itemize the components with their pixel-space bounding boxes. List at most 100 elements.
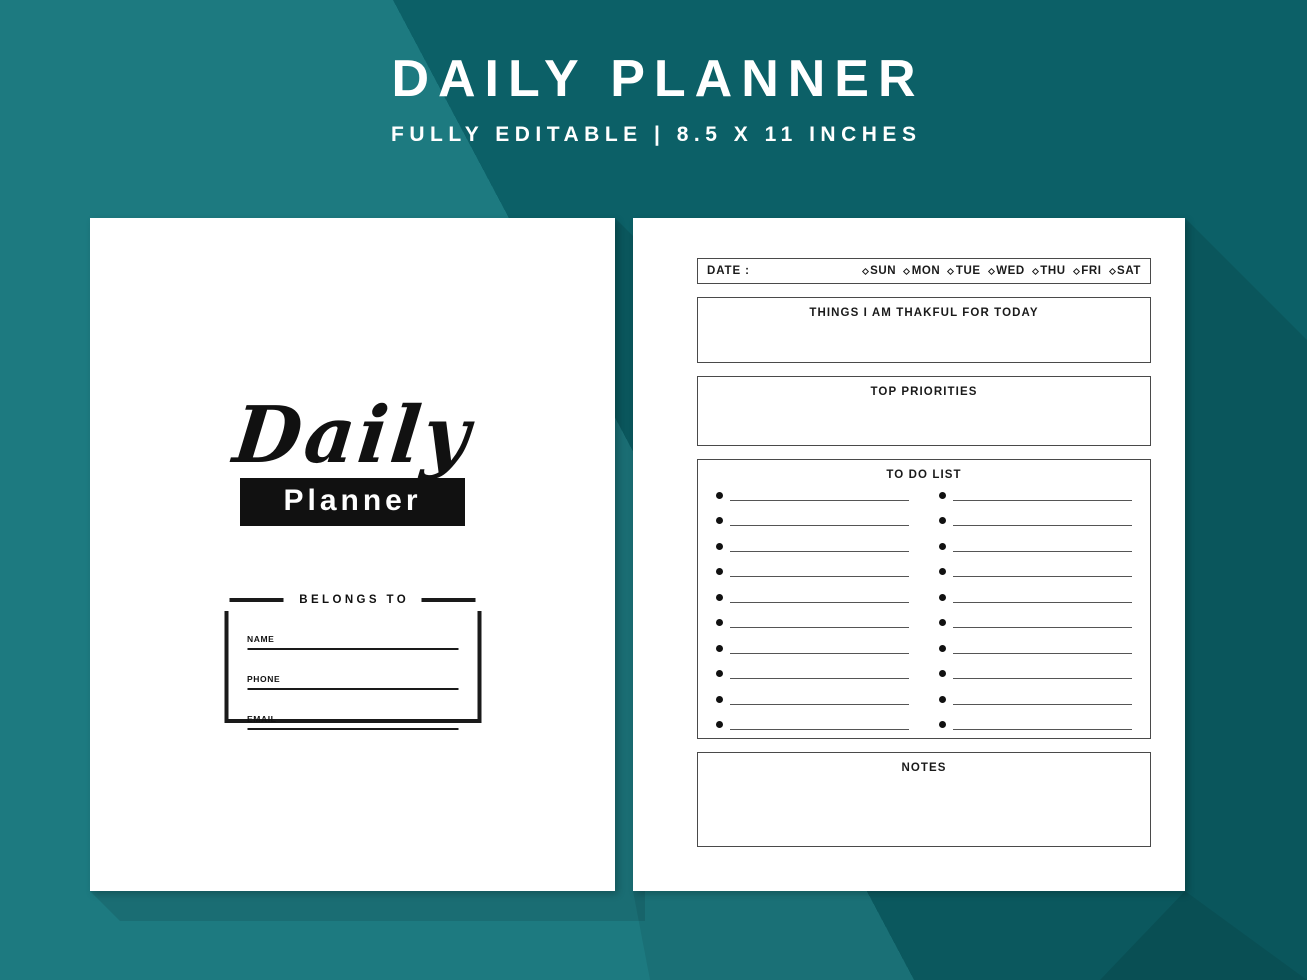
gratitude-section[interactable]: THINGS I AM THAKFUL FOR TODAY xyxy=(697,297,1151,363)
bullet-icon xyxy=(716,644,723,652)
todo-row[interactable] xyxy=(716,490,909,501)
todo-grid xyxy=(716,490,1132,730)
interior-page[interactable]: DATE : SUN MON TUE WED THU FRI SAT THING… xyxy=(633,218,1185,891)
belongs-to-title-row: BELONGS TO xyxy=(214,589,491,611)
gratitude-section-title: THINGS I AM THAKFUL FOR TODAY xyxy=(809,307,1039,319)
bullet-icon xyxy=(716,720,723,728)
todo-write-line[interactable] xyxy=(953,719,1132,730)
bullet-icon xyxy=(939,695,946,703)
todo-row[interactable] xyxy=(716,643,909,654)
todo-write-line[interactable] xyxy=(953,694,1132,705)
todo-row[interactable] xyxy=(716,515,909,527)
todo-row[interactable] xyxy=(716,617,909,629)
diamond-icon xyxy=(861,267,869,275)
weekday-option-fri[interactable]: FRI xyxy=(1072,265,1102,277)
todo-write-line[interactable] xyxy=(953,566,1132,578)
name-field-label: NAME xyxy=(247,634,275,644)
email-field[interactable]: EMAIL xyxy=(247,709,458,730)
todo-write-line[interactable] xyxy=(953,643,1132,654)
todo-write-line[interactable] xyxy=(730,541,909,552)
bullet-icon xyxy=(716,695,723,703)
header: DAILY PLANNER FULLY EDITABLE | 8.5 X 11 … xyxy=(0,52,1307,147)
logo-planner-text: Planner xyxy=(283,483,422,517)
bullet-icon xyxy=(716,492,723,499)
page-title: DAILY PLANNER xyxy=(391,50,925,108)
cover-page-content: Daily Planner BELONGS TO NAME PHONE EMAI… xyxy=(90,218,615,891)
todo-section[interactable]: TO DO LIST xyxy=(697,459,1151,739)
bullet-icon xyxy=(716,542,723,550)
phone-field-label: PHONE xyxy=(247,674,281,684)
name-field[interactable]: NAME xyxy=(247,629,458,650)
weekday-selector[interactable]: SUN MON TUE WED THU FRI SAT xyxy=(861,265,1141,277)
todo-write-line[interactable] xyxy=(953,541,1132,552)
todo-row[interactable] xyxy=(939,592,1132,603)
diamond-icon xyxy=(903,267,911,275)
todo-row[interactable] xyxy=(939,515,1132,527)
weekday-option-tue[interactable]: TUE xyxy=(947,265,981,277)
bullet-icon xyxy=(939,720,946,728)
todo-row[interactable] xyxy=(939,694,1132,705)
diamond-icon xyxy=(947,267,955,275)
todo-row[interactable] xyxy=(716,541,909,552)
todo-write-line[interactable] xyxy=(953,515,1132,527)
cover-page[interactable]: Daily Planner BELONGS TO NAME PHONE EMAI… xyxy=(90,218,615,891)
todo-write-line[interactable] xyxy=(730,719,909,730)
todo-write-line[interactable] xyxy=(730,566,909,578)
weekday-option-sat[interactable]: SAT xyxy=(1108,265,1141,277)
weekday-label: FRI xyxy=(1081,265,1102,277)
phone-field[interactable]: PHONE xyxy=(247,669,458,690)
weekday-label: SAT xyxy=(1117,265,1141,277)
priorities-section[interactable]: TOP PRIORITIES xyxy=(697,376,1151,446)
weekday-label: WED xyxy=(996,265,1025,277)
weekday-option-mon[interactable]: MON xyxy=(903,265,940,277)
diamond-icon xyxy=(987,267,995,275)
weekday-label: TUE xyxy=(955,265,981,277)
todo-row[interactable] xyxy=(939,617,1132,629)
bullet-icon xyxy=(716,619,723,627)
todo-row[interactable] xyxy=(716,694,909,705)
logo-planner-bar: Planner xyxy=(240,477,465,526)
date-row[interactable]: DATE : SUN MON TUE WED THU FRI SAT xyxy=(697,258,1151,284)
bullet-icon xyxy=(939,593,946,601)
todo-row[interactable] xyxy=(939,668,1132,680)
todo-row[interactable] xyxy=(939,541,1132,552)
notes-section[interactable]: NOTES xyxy=(697,752,1151,847)
belongs-to-fields: NAME PHONE EMAIL xyxy=(247,629,458,730)
todo-write-line[interactable] xyxy=(953,617,1132,629)
belongs-to-box: BELONGS TO NAME PHONE EMAIL xyxy=(214,589,491,730)
todo-write-line[interactable] xyxy=(730,617,909,629)
logo-script-text: Daily xyxy=(228,390,477,481)
todo-write-line[interactable] xyxy=(730,668,909,680)
todo-column-left xyxy=(716,490,909,730)
todo-write-line[interactable] xyxy=(730,643,909,654)
todo-write-line[interactable] xyxy=(953,592,1132,603)
weekday-option-wed[interactable]: WED xyxy=(987,265,1025,277)
todo-row[interactable] xyxy=(716,719,909,730)
todo-column-right xyxy=(939,490,1132,730)
todo-row[interactable] xyxy=(939,643,1132,654)
todo-write-line[interactable] xyxy=(953,668,1132,680)
todo-row[interactable] xyxy=(939,566,1132,578)
belongs-to-dash-right xyxy=(421,598,476,602)
diamond-icon xyxy=(1108,267,1116,275)
weekday-label: SUN xyxy=(870,265,897,277)
todo-row[interactable] xyxy=(716,566,909,578)
bullet-icon xyxy=(716,568,723,576)
todo-write-line[interactable] xyxy=(730,694,909,705)
todo-row[interactable] xyxy=(716,668,909,680)
weekday-label: THU xyxy=(1040,265,1066,277)
belongs-to-label: BELONGS TO xyxy=(287,594,418,606)
weekday-option-sun[interactable]: SUN xyxy=(861,265,897,277)
todo-write-line[interactable] xyxy=(730,515,909,527)
todo-row[interactable] xyxy=(716,592,909,603)
diamond-icon xyxy=(1072,267,1080,275)
todo-write-line[interactable] xyxy=(953,490,1132,501)
date-label: DATE : xyxy=(707,265,750,277)
bullet-icon xyxy=(939,517,946,525)
todo-write-line[interactable] xyxy=(730,490,909,501)
todo-row[interactable] xyxy=(939,490,1132,501)
weekday-option-thu[interactable]: THU xyxy=(1031,265,1066,277)
todo-row[interactable] xyxy=(939,719,1132,730)
bullet-icon xyxy=(939,619,946,627)
todo-write-line[interactable] xyxy=(730,592,909,603)
